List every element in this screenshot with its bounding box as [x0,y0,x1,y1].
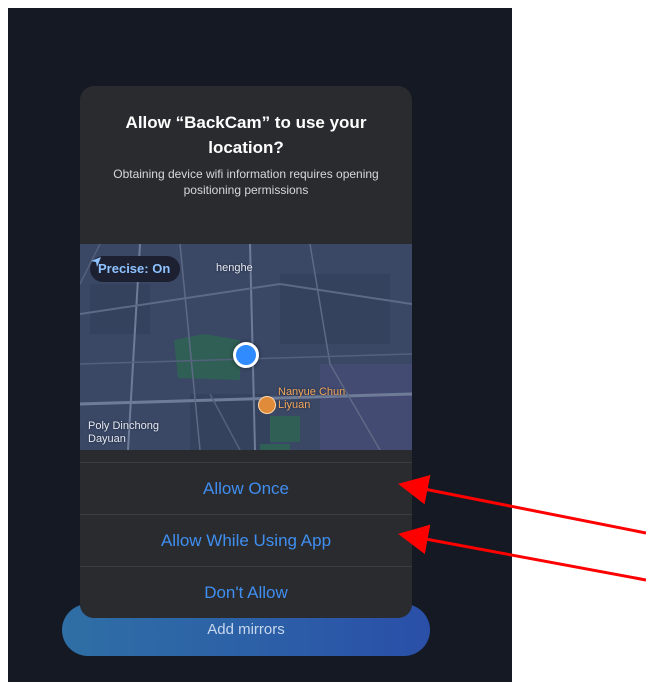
annotation-arrow-allow-while-using [398,524,646,582]
annotation-arrows [398,474,646,582]
annotation-arrow-allow-once [398,474,646,535]
